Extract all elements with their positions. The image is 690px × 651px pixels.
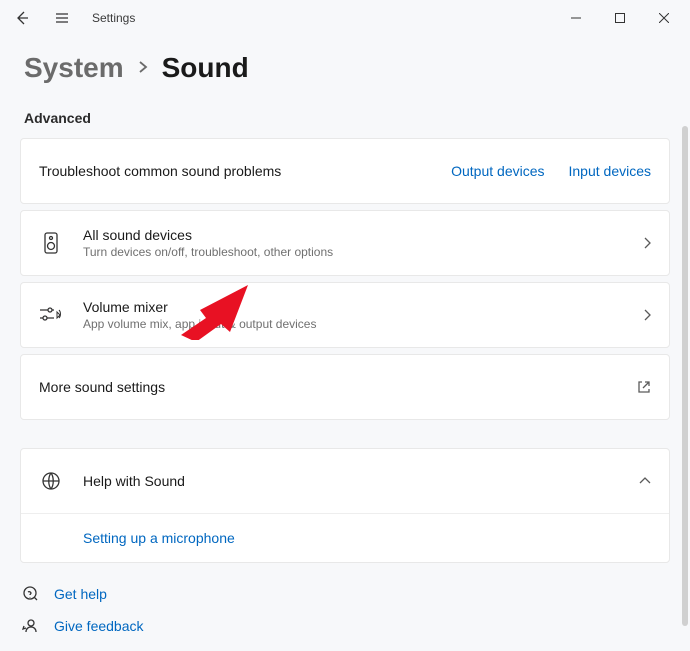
input-devices-link[interactable]: Input devices [569,163,652,179]
feedback-icon [22,617,40,635]
help-with-sound-card: Help with Sound Setting up a microphone [20,448,670,563]
more-settings-title: More sound settings [39,379,637,395]
back-button[interactable] [4,0,40,36]
help-title: Help with Sound [83,473,639,489]
troubleshoot-title: Troubleshoot common sound problems [39,163,451,179]
volume-mixer-row[interactable]: Volume mixer App volume mix, app input &… [20,282,670,348]
open-external-icon [637,380,651,394]
minimize-icon [571,13,581,23]
content-area: System Sound Advanced Troubleshoot commo… [0,36,690,651]
help-item-label: Setting up a microphone [83,530,235,546]
chevron-right-icon [643,237,651,249]
help-item-microphone[interactable]: Setting up a microphone [21,513,669,562]
arrow-left-icon [14,10,30,26]
chevron-right-icon [138,60,148,77]
close-icon [659,13,669,23]
close-button[interactable] [642,2,686,34]
output-devices-link[interactable]: Output devices [451,163,544,179]
menu-button[interactable] [44,0,80,36]
breadcrumb-current: Sound [162,52,249,84]
all-sound-devices-row[interactable]: All sound devices Turn devices on/off, t… [20,210,670,276]
breadcrumb-parent[interactable]: System [24,52,124,84]
get-help-label: Get help [54,586,107,602]
help-with-sound-header[interactable]: Help with Sound [21,449,669,513]
chevron-right-icon [643,309,651,321]
all-devices-subtitle: Turn devices on/off, troubleshoot, other… [83,245,643,259]
volume-mixer-title: Volume mixer [83,299,643,315]
chevron-up-icon [639,477,651,485]
volume-mixer-subtitle: App volume mix, app input & output devic… [83,317,643,331]
breadcrumb: System Sound [24,52,670,84]
maximize-icon [615,13,625,23]
minimize-button[interactable] [554,2,598,34]
vertical-scrollbar[interactable] [682,126,688,626]
mixer-icon [39,306,63,324]
give-feedback-link[interactable]: Give feedback [22,617,670,635]
feedback-label: Give feedback [54,618,144,634]
get-help-link[interactable]: Get help [22,585,670,603]
help-icon [22,585,40,603]
all-devices-title: All sound devices [83,227,643,243]
maximize-button[interactable] [598,2,642,34]
speaker-icon [39,232,63,254]
troubleshoot-card: Troubleshoot common sound problems Outpu… [20,138,670,204]
app-title: Settings [92,11,135,25]
hamburger-icon [54,10,70,26]
section-header-advanced: Advanced [24,110,670,126]
more-sound-settings-row[interactable]: More sound settings [20,354,670,420]
title-bar: Settings [0,0,690,36]
globe-icon [39,471,63,491]
